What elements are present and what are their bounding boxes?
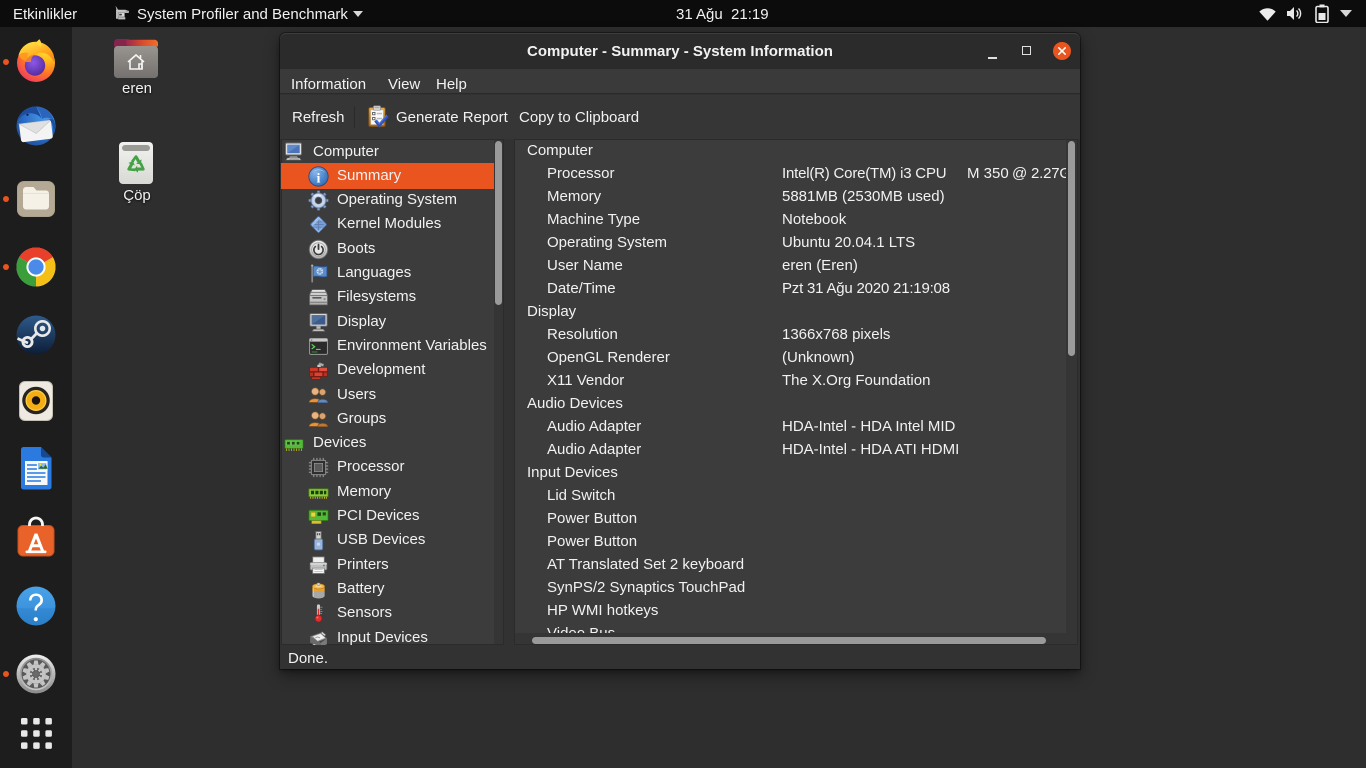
svg-text:i: i xyxy=(317,170,321,186)
